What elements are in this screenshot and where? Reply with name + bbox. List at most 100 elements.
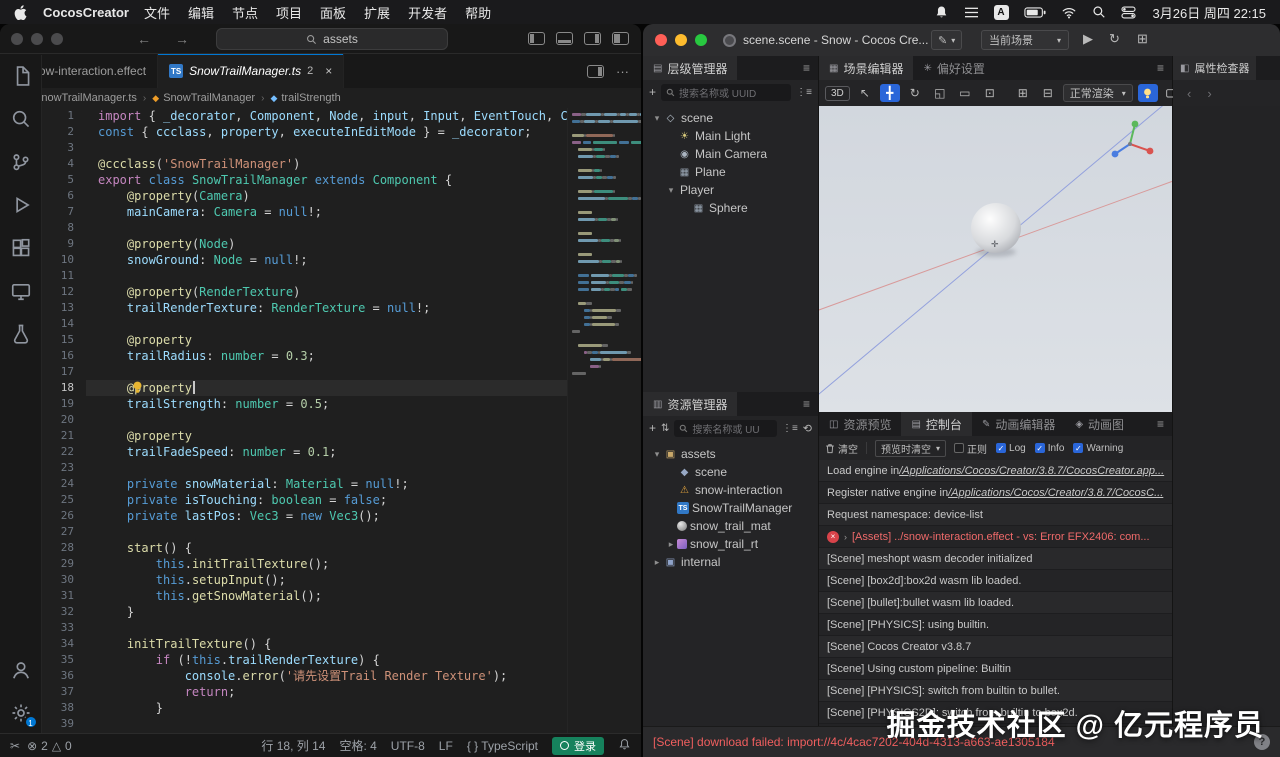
toggle-panel-icon[interactable] [556,32,573,45]
gutter-line-6[interactable]: 6 [42,188,86,204]
code-line-3[interactable] [86,140,567,156]
filter-正则[interactable]: 正则 [954,441,987,456]
nav-forward-icon[interactable]: → [175,31,189,47]
asset-node-SnowTrailManager[interactable]: TS SnowTrailManager [643,499,818,517]
gutter-line-31[interactable]: 31 [42,588,86,604]
editor-gutter[interactable]: 1 2 3 4 5 6 7 8 9 10 11 12 13 14 15 16 17 18 19 20 21 22 23 24 2… [42,108,86,733]
remote-indicator-icon[interactable]: ✂ [10,739,20,753]
checkbox-Log[interactable]: ✓ [996,443,1007,453]
indentation[interactable]: 空格: 4 [339,737,376,754]
eol[interactable]: LF [439,739,453,753]
asset-node-snow-interaction[interactable]: ⚠ snow-interaction [643,481,818,499]
gutter-line-26[interactable]: 26 [42,508,86,524]
code-line-39[interactable] [86,716,567,732]
vscode-traffic-lights[interactable] [11,32,63,45]
console-tab-动画编辑器[interactable]: ✎ 动画编辑器 [972,412,1065,436]
gear-icon[interactable]: 1 [9,701,38,729]
minimize-window-icon[interactable] [675,34,687,46]
gutter-line-25[interactable]: 25 [42,492,86,508]
code-line-16[interactable]: trailRadius: number = 0.3; [86,348,567,364]
gizmo-tool-icon[interactable]: ⊡ [980,84,1000,102]
asset-node-snow_trail_rt[interactable]: ▸ snow_trail_rt [643,535,818,553]
scene-panel-menu-icon[interactable]: ≡ [1157,61,1172,75]
reload-button[interactable]: ↻ [1109,31,1120,47]
scm-icon[interactable] [9,150,33,174]
code-line-22[interactable]: trailFadeSpeed: number = 0.1; [86,444,567,460]
code-line-31[interactable]: this.getSnowMaterial(); [86,588,567,604]
code-line-13[interactable]: trailRenderTexture: RenderTexture = null… [86,300,567,316]
console-row-5[interactable]: [Scene] meshopt wasm decoder initialized [819,548,1172,570]
rect-tool-icon[interactable]: ▭ [955,84,975,102]
code-line-20[interactable] [86,412,567,428]
rotate-tool-icon[interactable]: ↻ [905,84,925,102]
console-row-9[interactable]: [Scene] Cocos Creator v3.8.7 [819,636,1172,658]
extensions-icon[interactable] [9,236,33,260]
gutter-line-8[interactable]: 8 [42,220,86,236]
log-link[interactable]: /Applications/Cocos/Creator/3.8.7/CocosC… [948,487,1163,499]
gutter-line-9[interactable]: 9 [42,236,86,252]
console-row-10[interactable]: [Scene] Using custom pipeline: Builtin [819,658,1172,680]
apple-menu-icon[interactable] [14,4,27,20]
code-line-12[interactable]: @property(RenderTexture) [86,284,567,300]
code-line-1[interactable]: import { _decorator, Component, Node, in… [86,108,567,124]
sort-assets-icon[interactable]: ⇅ [661,423,669,434]
gutter-line-30[interactable]: 30 [42,572,86,588]
menu-item-开发者[interactable]: 开发者 [399,6,456,21]
gutter-line-37[interactable]: 37 [42,684,86,700]
input-source-icon[interactable]: A [993,4,1009,20]
code-line-27[interactable] [86,524,567,540]
remote-icon[interactable] [9,279,33,303]
menubar-app-name[interactable]: CocosCreator [43,5,129,20]
code-area[interactable]: import { _decorator, Component, Node, in… [86,108,567,733]
clear-on-preview-dropdown[interactable]: 预览时清空 ▾ [875,439,947,457]
menu-item-面板[interactable]: 面板 [311,6,355,21]
gutter-line-39[interactable]: 39 [42,716,86,732]
code-line-19[interactable]: trailStrength: number = 0.5; [86,396,567,412]
menu-item-帮助[interactable]: 帮助 [456,6,500,21]
customize-layout-icon[interactable] [612,32,629,45]
cursor-position[interactable]: 行 18, 列 14 [261,737,325,754]
gutter-line-22[interactable]: 22 [42,444,86,460]
gutter-line-7[interactable]: 7 [42,204,86,220]
control-center-icon[interactable] [1120,6,1136,19]
code-line-29[interactable]: this.initTrailTexture(); [86,556,567,572]
gutter-line-14[interactable]: 14 [42,316,86,332]
coords-toggle-icon[interactable]: ⊟ [1038,84,1058,102]
play-button[interactable]: ▶ [1083,31,1093,47]
code-line-25[interactable]: private isTouching: boolean = false; [86,492,567,508]
orientation-gizmo[interactable] [1096,116,1160,170]
battery-icon[interactable] [1023,6,1046,18]
console-row-6[interactable]: [Scene] [box2d]:box2d wasm lib loaded. [819,570,1172,592]
close-window-icon[interactable] [655,34,667,46]
code-line-15[interactable]: @property [86,332,567,348]
close-tab-icon[interactable]: × [325,64,332,78]
hierarchy-node-Sphere[interactable]: ▦ Sphere [643,199,818,217]
gutter-line-17[interactable]: 17 [42,364,86,380]
filter-Warning[interactable]: ✓ Warning [1073,443,1123,454]
problems-indicator[interactable]: ⊗ 2 △ 0 [27,739,72,753]
wifi-icon[interactable] [1061,6,1077,19]
code-line-34[interactable]: initTrailTexture() { [86,636,567,652]
expand-right-icon[interactable]: › [844,532,847,542]
gutter-line-13[interactable]: 13 [42,300,86,316]
layout-grid-icon[interactable]: ⊞ [1137,31,1148,47]
gutter-line-36[interactable]: 36 [42,668,86,684]
console-row-7[interactable]: [Scene] [bullet]:bullet wasm lib loaded. [819,592,1172,614]
code-line-21[interactable]: @property [86,428,567,444]
breadcrumb-item-trailStrength[interactable]: ◆ trailStrength [270,92,340,104]
gutter-line-10[interactable]: 10 [42,252,86,268]
asset-node-internal[interactable]: ▸ ▣ internal [643,553,818,571]
assets-search-input[interactable]: 搜索名称或 UU [674,419,777,437]
expand-down-icon[interactable]: ▾ [651,449,663,460]
list-icon[interactable] [964,6,979,19]
encoding[interactable]: UTF-8 [391,739,425,753]
console-row-8[interactable]: [Scene] [PHYSICS]: using builtin. [819,614,1172,636]
filter-Log[interactable]: ✓ Log [996,443,1026,454]
hierarchy-menu-icon[interactable]: ≡ [803,61,818,75]
scene-viewport[interactable]: ✛ [819,106,1172,412]
filter-Info[interactable]: ✓ Info [1034,443,1064,454]
menu-item-编辑[interactable]: 编辑 [179,6,223,21]
code-line-17[interactable] [86,364,567,380]
gutter-line-38[interactable]: 38 [42,700,86,716]
console-row-1[interactable]: Load engine in /Applications/Cocos/Creat… [819,460,1172,482]
